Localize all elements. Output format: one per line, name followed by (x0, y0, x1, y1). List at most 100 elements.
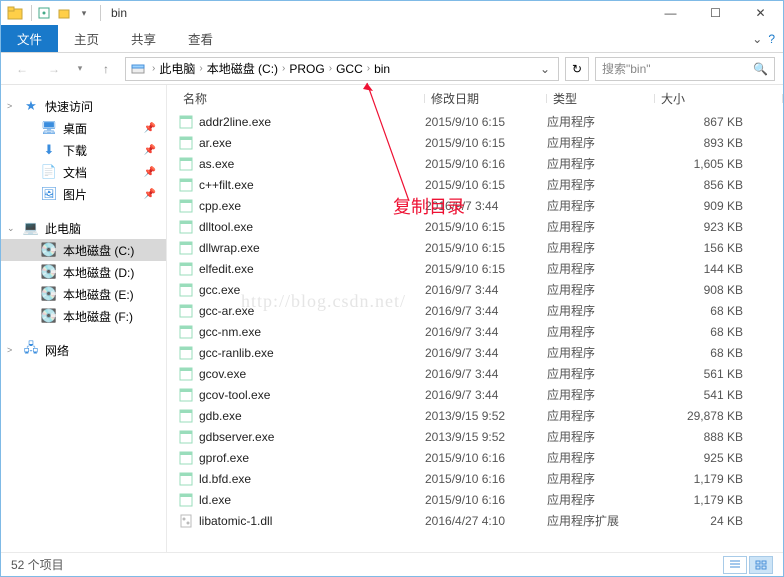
sidebar-item-disk-e[interactable]: 💽本地磁盘 (E:) (1, 283, 166, 305)
search-input[interactable]: 搜索"bin" 🔍 (595, 57, 775, 81)
sidebar-item-disk-c[interactable]: 💽本地磁盘 (C:) (1, 239, 166, 261)
sidebar-item-downloads[interactable]: ⬇下载📌 (1, 139, 166, 161)
dll-icon (177, 513, 195, 529)
table-row[interactable]: dlltool.exe2015/9/10 6:15应用程序923 KB (177, 216, 783, 237)
file-type: 应用程序 (547, 281, 655, 298)
breadcrumb-prog[interactable]: PROG (287, 58, 326, 80)
tab-view[interactable]: 查看 (172, 25, 229, 52)
sidebar-item-desktop[interactable]: 🖥桌面📌 (1, 117, 166, 139)
table-row[interactable]: gdbserver.exe2013/9/15 9:52应用程序888 KB (177, 426, 783, 447)
table-row[interactable]: gcov.exe2016/9/7 3:44应用程序561 KB (177, 363, 783, 384)
nav-back-button[interactable]: ← (9, 57, 35, 81)
qat-newfolder-icon[interactable] (56, 5, 72, 21)
file-name: gcc-ranlib.exe (199, 346, 425, 360)
file-type: 应用程序 (547, 302, 655, 319)
address-dropdown-icon[interactable]: ⌄ (536, 62, 554, 76)
nav-history-dropdown[interactable]: ▾ (73, 57, 87, 81)
table-row[interactable]: ld.exe2015/9/10 6:16应用程序1,179 KB (177, 489, 783, 510)
table-row[interactable]: gcc-nm.exe2016/9/7 3:44应用程序68 KB (177, 321, 783, 342)
address-row: ← → ▾ ↑ › 此电脑 › 本地磁盘 (C:) › PROG › GCC ›… (1, 53, 783, 85)
exe-icon (177, 387, 195, 403)
breadcrumb-thispc[interactable]: 此电脑 (157, 58, 197, 80)
table-row[interactable]: dllwrap.exe2015/9/10 6:15应用程序156 KB (177, 237, 783, 258)
table-row[interactable]: gcc.exe2016/9/7 3:44应用程序908 KB (177, 279, 783, 300)
sidebar-item-quickaccess[interactable]: >★快速访问 (1, 95, 166, 117)
file-date: 2016/9/7 3:44 (425, 304, 547, 318)
table-row[interactable]: c++filt.exe2015/9/10 6:15应用程序856 KB (177, 174, 783, 195)
file-size: 1,179 KB (655, 472, 783, 486)
chevron-right-icon[interactable]: › (152, 63, 155, 74)
chevron-right-icon[interactable]: › (199, 63, 202, 74)
sidebar-item-pictures[interactable]: 🖼图片📌 (1, 183, 166, 205)
sidebar-item-disk-f[interactable]: 💽本地磁盘 (F:) (1, 305, 166, 327)
close-button[interactable]: ✕ (738, 1, 783, 25)
file-date: 2016/4/27 4:10 (425, 514, 547, 528)
file-type: 应用程序 (547, 260, 655, 277)
exe-icon (177, 366, 195, 382)
sidebar-item-thispc[interactable]: ⌄💻此电脑 (1, 217, 166, 239)
qat-properties-icon[interactable] (36, 5, 52, 21)
window-title: bin (111, 6, 127, 20)
table-row[interactable]: elfedit.exe2015/9/10 6:15应用程序144 KB (177, 258, 783, 279)
table-row[interactable]: addr2line.exe2015/9/10 6:15应用程序867 KB (177, 111, 783, 132)
nav-forward-button[interactable]: → (41, 57, 67, 81)
file-size: 144 KB (655, 262, 783, 276)
file-name: ar.exe (199, 136, 425, 150)
maximize-button[interactable]: ☐ (693, 1, 738, 25)
table-row[interactable]: gprof.exe2015/9/10 6:16应用程序925 KB (177, 447, 783, 468)
chevron-right-icon[interactable]: › (329, 63, 332, 74)
file-size: 867 KB (655, 115, 783, 129)
file-size: 925 KB (655, 451, 783, 465)
column-type[interactable]: 类型 (547, 90, 655, 107)
pin-icon: 📌 (144, 123, 156, 134)
tab-share[interactable]: 共享 (115, 25, 172, 52)
breadcrumb-c[interactable]: 本地磁盘 (C:) (205, 58, 280, 80)
table-row[interactable]: gcc-ranlib.exe2016/9/7 3:44应用程序68 KB (177, 342, 783, 363)
file-size: 68 KB (655, 325, 783, 339)
chevron-right-icon[interactable]: › (282, 63, 285, 74)
breadcrumb-bin[interactable]: bin (372, 58, 392, 80)
tab-file[interactable]: 文件 (1, 25, 58, 52)
sidebar-item-documents[interactable]: 📄文档📌 (1, 161, 166, 183)
column-size[interactable]: 大小 (655, 90, 783, 107)
table-row[interactable]: ld.bfd.exe2015/9/10 6:16应用程序1,179 KB (177, 468, 783, 489)
table-row[interactable]: ar.exe2015/9/10 6:15应用程序893 KB (177, 132, 783, 153)
exe-icon (177, 240, 195, 256)
pin-icon: 📌 (144, 189, 156, 200)
file-name: as.exe (199, 157, 425, 171)
file-type: 应用程序 (547, 134, 655, 151)
file-date: 2016/9/7 3:44 (425, 388, 547, 402)
ribbon-expand-icon[interactable]: ⌄ (752, 32, 762, 46)
chevron-right-icon[interactable]: › (367, 63, 370, 74)
exe-icon (177, 450, 195, 466)
file-name: gcc.exe (199, 283, 425, 297)
table-row[interactable]: gcov-tool.exe2016/9/7 3:44应用程序541 KB (177, 384, 783, 405)
sidebar-item-network[interactable]: >🖧网络 (1, 339, 166, 361)
file-name: gcov.exe (199, 367, 425, 381)
table-row[interactable]: gdb.exe2013/9/15 9:52应用程序29,878 KB (177, 405, 783, 426)
column-name[interactable]: 名称 (177, 90, 425, 107)
table-row[interactable]: gcc-ar.exe2016/9/7 3:44应用程序68 KB (177, 300, 783, 321)
help-icon[interactable]: ? (768, 32, 775, 46)
view-details-button[interactable] (723, 556, 747, 574)
sidebar-item-disk-d[interactable]: 💽本地磁盘 (D:) (1, 261, 166, 283)
table-row[interactable]: libatomic-1.dll2016/4/27 4:10应用程序扩展24 KB (177, 510, 783, 531)
file-type: 应用程序 (547, 218, 655, 235)
column-headers: 名称 修改日期 类型 大小 (167, 85, 783, 111)
file-date: 2015/9/10 6:16 (425, 157, 547, 171)
address-bar[interactable]: › 此电脑 › 本地磁盘 (C:) › PROG › GCC › bin ⌄ (125, 57, 559, 81)
view-large-button[interactable] (749, 556, 773, 574)
column-date[interactable]: 修改日期 (425, 90, 547, 107)
table-row[interactable]: cpp.exe2016/9/7 3:44应用程序909 KB (177, 195, 783, 216)
breadcrumb-gcc[interactable]: GCC (334, 58, 365, 80)
nav-up-button[interactable]: ↑ (93, 57, 119, 81)
qat-dropdown-icon[interactable]: ▾ (76, 5, 92, 21)
folder-icon (7, 5, 23, 21)
minimize-button[interactable]: — (648, 1, 693, 25)
file-size: 156 KB (655, 241, 783, 255)
exe-icon (177, 324, 195, 340)
refresh-button[interactable]: ↻ (565, 57, 589, 81)
table-row[interactable]: as.exe2015/9/10 6:16应用程序1,605 KB (177, 153, 783, 174)
file-name: ld.exe (199, 493, 425, 507)
tab-home[interactable]: 主页 (58, 25, 115, 52)
